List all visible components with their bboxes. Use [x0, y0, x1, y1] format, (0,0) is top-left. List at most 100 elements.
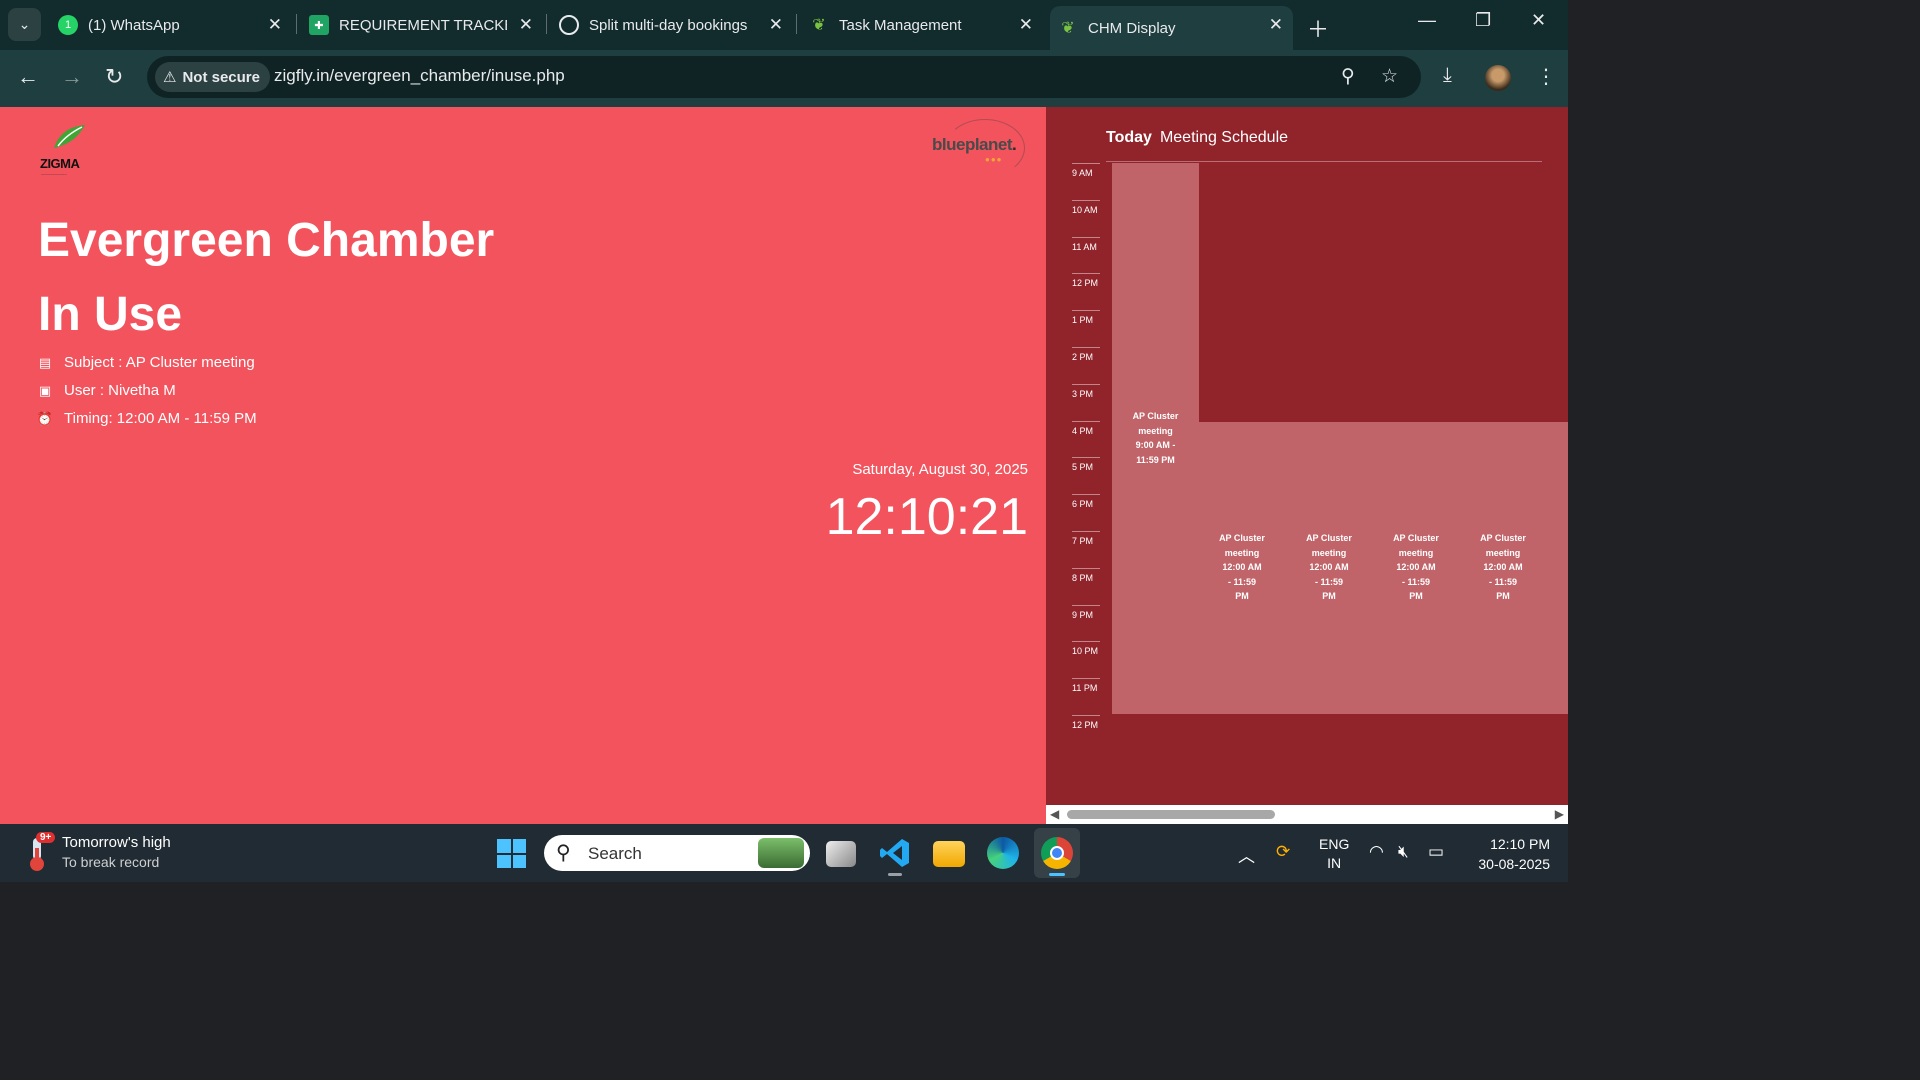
zigma-tagline: ~~~~~~~~~~~ — [41, 172, 67, 177]
event-line: - 11:59 — [1488, 576, 1518, 587]
hour-label: 5 PM — [1072, 457, 1100, 472]
hour-label: 8 PM — [1072, 567, 1100, 583]
chrome-icon[interactable] — [1041, 837, 1073, 869]
tab-whatsapp[interactable]: 1 (1) WhatsApp ✕ — [50, 6, 292, 44]
start-button[interactable] — [497, 839, 526, 868]
search-highlight-icon — [758, 838, 804, 868]
security-chip[interactable]: ⚠ Not secure — [155, 62, 270, 92]
language-indicator[interactable]: ENG IN — [1319, 835, 1349, 873]
blueplanet-dots-icon: ●●● — [985, 155, 1003, 164]
event-line: meeting — [1398, 547, 1434, 558]
horizontal-scrollbar[interactable]: ◀ ▶ — [1046, 805, 1568, 824]
close-icon[interactable]: ✕ — [519, 15, 533, 35]
close-icon[interactable]: ✕ — [1019, 15, 1033, 35]
user-text: User : Nivetha M — [64, 382, 176, 399]
event-line: AP Cluster — [1480, 533, 1526, 543]
notification-badge: 9+ — [36, 832, 56, 843]
hour-label: 9 AM — [1072, 163, 1100, 178]
event-gap — [1199, 163, 1568, 422]
security-label: Not secure — [182, 68, 260, 86]
event-line: 11:59 PM — [1136, 454, 1175, 465]
new-tab-button[interactable]: ＋ — [1307, 12, 1329, 44]
event-line: - 11:59 — [1401, 576, 1431, 587]
event-line: AP Cluster — [1393, 533, 1439, 543]
event-line: 12:00 AM — [1222, 562, 1262, 572]
tab-label: CHM Display — [1088, 19, 1176, 37]
event-card[interactable]: AP Cluster meeting 12:00 AM - 11:59 PM — [1296, 531, 1362, 604]
zoom-icon[interactable]: ⚲ — [1341, 65, 1355, 88]
profile-avatar[interactable] — [1485, 65, 1511, 91]
file-explorer-icon[interactable] — [933, 841, 965, 867]
minimize-button[interactable]: — — [1418, 10, 1436, 31]
event-card[interactable]: AP Cluster meeting 12:00 AM - 11:59 PM — [1209, 531, 1275, 604]
reload-button[interactable]: ↻ — [105, 64, 123, 90]
room-status: In Use — [38, 288, 183, 341]
hour-label: 1 PM — [1072, 310, 1100, 325]
alarm-clock-icon: ⏰ — [36, 410, 54, 426]
edge-icon[interactable] — [987, 837, 1019, 869]
close-icon[interactable]: ✕ — [268, 15, 282, 35]
whatsapp-icon: 1 — [58, 15, 78, 35]
tab-split-bookings[interactable]: Split multi-day bookings ✕ — [551, 6, 793, 44]
event-card[interactable]: AP Cluster meeting 12:00 AM - 11:59 PM — [1383, 531, 1449, 604]
openai-icon — [559, 15, 579, 35]
speaker-muted-icon[interactable]: 🔇︎ — [1398, 842, 1409, 862]
tab-task-management[interactable]: ❦ Task Management ✕ — [801, 6, 1043, 44]
event-line: meeting — [1311, 547, 1347, 558]
browser-toolbar: ← → ↻ ⚠ Not secure zigfly.in/evergreen_c… — [0, 50, 1568, 107]
vscode-icon[interactable] — [879, 837, 911, 869]
hour-label: 12 PM — [1072, 273, 1100, 288]
close-icon[interactable]: ✕ — [769, 15, 783, 35]
sheets-icon: ✚ — [309, 15, 329, 35]
room-status-panel: ZIGMA ~~~~~~~~~~~ blueplanet. ●●● Evergr… — [0, 107, 1046, 824]
tab-separator — [296, 14, 297, 34]
back-button[interactable]: ← — [17, 64, 39, 90]
zigma-logo: ZIGMA ~~~~~~~~~~~ — [38, 124, 90, 180]
bookmark-star-icon[interactable]: ☆ — [1381, 65, 1398, 88]
sync-icon[interactable]: ⟳ — [1276, 842, 1290, 862]
windows-logo-pane — [497, 854, 511, 868]
chrome-icon-center — [1050, 846, 1064, 860]
system-time: 12:10 PM — [1490, 836, 1550, 852]
wifi-icon[interactable]: ◠ — [1369, 842, 1384, 862]
event-card[interactable]: AP Cluster meeting 12:00 AM - 11:59 PM — [1470, 531, 1536, 604]
tab-search-button[interactable]: ⌄ — [8, 8, 41, 41]
restore-button[interactable]: ❐ — [1475, 10, 1491, 31]
windows-logo-pane — [512, 854, 526, 868]
address-bar[interactable]: ⚠ Not secure zigfly.in/evergreen_chamber… — [147, 56, 1421, 98]
tab-chm-display[interactable]: ❦ CHM Display ✕ — [1050, 6, 1293, 50]
event-line: AP Cluster — [1132, 411, 1179, 421]
download-icon[interactable]: ⤓ — [1443, 64, 1452, 87]
show-hidden-icons-chevron-icon[interactable]: ︿ — [1238, 842, 1255, 867]
system-clock[interactable]: 12:10 PM 30-08-2025 — [1466, 834, 1550, 874]
tab-label: (1) WhatsApp — [88, 16, 180, 34]
event-line: - 11:59 — [1314, 576, 1344, 587]
timing-row: ⏰ Timing: 12:00 AM - 11:59 PM — [36, 410, 257, 427]
hour-label: 2 PM — [1072, 347, 1100, 362]
weather-subtitle[interactable]: To break record — [62, 854, 159, 870]
url-text[interactable]: zigfly.in/evergreen_chamber/inuse.php — [274, 66, 565, 86]
scrollbar-thumb[interactable] — [1067, 810, 1275, 819]
windows-logo-pane — [512, 839, 526, 853]
task-view-icon[interactable] — [826, 841, 856, 867]
forward-button[interactable]: → — [61, 64, 83, 90]
weather-title[interactable]: Tomorrow's high — [62, 834, 171, 851]
search-icon: ⚲ — [556, 842, 571, 864]
scroll-right-icon[interactable]: ▶ — [1555, 807, 1564, 821]
event-line: 12:00 AM — [1483, 562, 1523, 572]
today-label: Today — [1106, 129, 1152, 146]
hour-label: 7 PM — [1072, 531, 1100, 546]
close-icon[interactable]: ✕ — [1269, 15, 1283, 35]
current-time: 12:10:21 — [825, 488, 1028, 546]
tab-separator — [546, 14, 547, 34]
event-card[interactable]: AP Cluster meeting 9:00 AM - 11:59 PM — [1118, 409, 1193, 467]
document-icon: ▤ — [38, 354, 52, 370]
running-indicator — [1049, 873, 1065, 876]
scroll-left-icon[interactable]: ◀ — [1050, 807, 1059, 821]
taskbar-search[interactable]: ⚲ Search — [544, 835, 810, 871]
more-menu-icon[interactable]: ⋮ — [1536, 64, 1556, 89]
close-window-button[interactable]: ✕ — [1531, 10, 1546, 31]
tab-requirement-tracker[interactable]: ✚ REQUIREMENT TRACKER ✕ — [301, 6, 543, 44]
event-line: PM — [1235, 591, 1249, 601]
battery-icon[interactable]: ▭ — [1428, 842, 1444, 862]
